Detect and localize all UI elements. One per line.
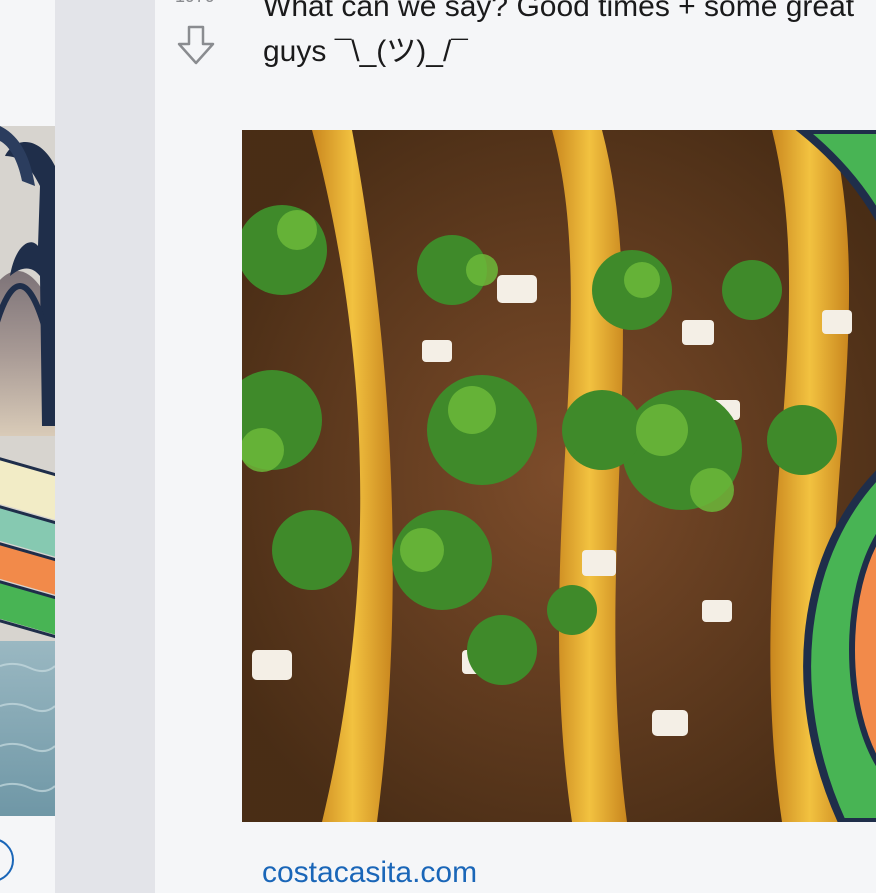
post-image-tacos[interactable] — [242, 130, 876, 822]
palm-logo-illustration — [0, 126, 55, 816]
left-feed-card — [0, 0, 55, 893]
post-body-text: What can we say? Good times + some great… — [263, 0, 876, 74]
vote-column: 1979 — [173, 0, 223, 80]
arrow-down-outline-icon[interactable] — [177, 24, 215, 66]
circle-action-icon[interactable] — [0, 838, 14, 882]
post-text-line: guys ¯\_(ツ)_/¯ — [263, 35, 468, 68]
vote-count: 1979 — [175, 0, 215, 7]
feed-gutter — [55, 0, 155, 893]
app-viewport: 1979 What can we say? Good times + some … — [0, 0, 876, 893]
post-text-line: What can we say? Good times + some great — [263, 0, 855, 23]
feed-post: 1979 What can we say? Good times + some … — [155, 0, 876, 893]
post-link[interactable]: costacasita.com — [262, 856, 477, 890]
left-card-image[interactable] — [0, 126, 55, 816]
tacos-photo — [242, 130, 876, 822]
